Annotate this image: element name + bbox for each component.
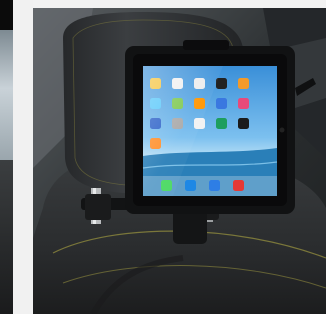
game-icon[interactable] (238, 78, 249, 89)
home-button (279, 127, 285, 133)
newsstand-icon[interactable] (216, 118, 227, 129)
holder-top-clip (183, 40, 229, 50)
mail-icon[interactable] (185, 180, 196, 191)
videos-icon[interactable] (238, 118, 249, 129)
adjacent-photo-edge (0, 0, 13, 314)
product-photo-canvas (0, 0, 326, 314)
music-icon[interactable] (238, 98, 249, 109)
car-seat-tablet-holder-illustration (33, 8, 326, 314)
dock-music-icon[interactable] (233, 180, 244, 191)
photo-gutter (13, 0, 33, 314)
weather-icon[interactable] (216, 98, 227, 109)
safari-icon[interactable] (209, 180, 220, 191)
main-photo (33, 8, 326, 314)
